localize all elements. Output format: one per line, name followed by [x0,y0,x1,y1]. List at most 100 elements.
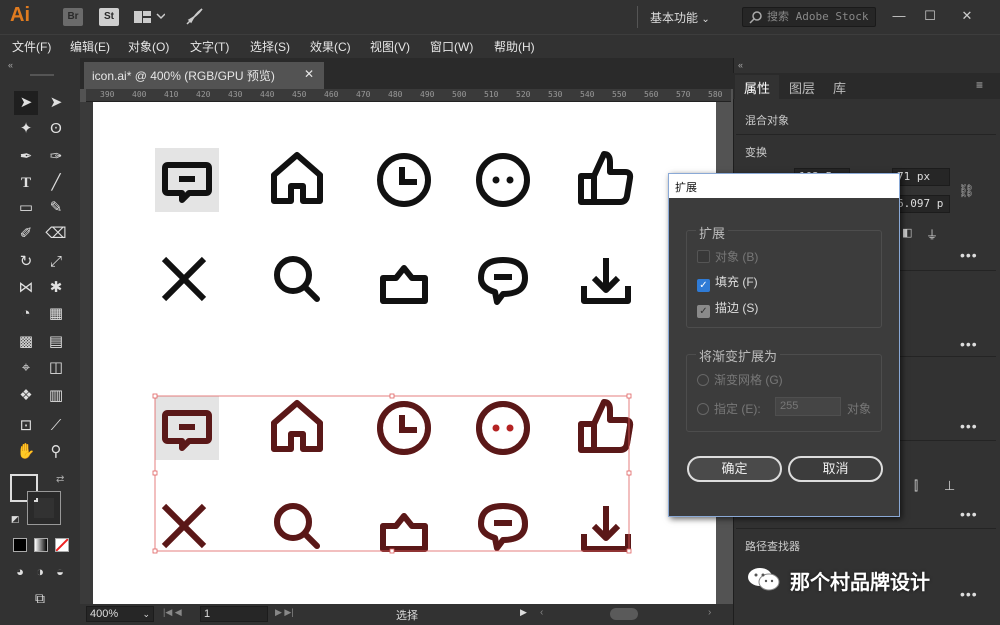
horizontal-scrollbar-thumb[interactable] [610,608,638,620]
face-icon[interactable] [479,156,527,204]
height-field[interactable]: 6.097 p [892,195,950,213]
column-graph-tool-icon[interactable]: ▥ [44,384,68,408]
rotate-tool-icon[interactable]: ↻ [14,250,38,274]
zoom-tool-icon[interactable]: ⚲ [44,440,68,464]
arrange-documents-icon[interactable] [133,10,166,27]
more-options-icon[interactable]: ••• [960,418,978,434]
scale-tool-icon[interactable]: ⤢ [44,250,68,274]
cancel-button[interactable]: 取消 [788,456,883,482]
screen-mode-icon[interactable]: ⧉ [28,586,52,610]
specify-objects-input[interactable]: 255 [775,397,841,416]
stock-button[interactable]: St [99,8,119,26]
ok-button[interactable]: 确定 [687,456,782,482]
stroke-swatch[interactable] [27,491,61,525]
align-center-icon[interactable]: ⫿ [914,478,918,494]
align-bottom-icon[interactable]: ⊥ [944,478,955,494]
symbol-sprayer-tool-icon[interactable]: ❖ [14,384,38,408]
gradient-mode-icon[interactable] [34,538,48,552]
width-tool-icon[interactable]: ⋈ [14,276,38,300]
status-menu-icon[interactable]: ▶ [520,607,527,618]
close-window-button[interactable]: ✕ [956,6,978,26]
menu-effect[interactable]: 效果(C) [310,38,351,55]
tab-libraries[interactable]: 库 [833,78,846,97]
none-mode-icon[interactable] [55,538,69,552]
more-options-icon[interactable]: ••• [960,586,978,602]
first-artboard-icon[interactable]: |◀ ◀ [163,607,182,618]
minimize-button[interactable]: — [888,6,910,26]
flip-horizontal-icon[interactable]: ◧ [902,226,912,239]
tab-properties[interactable]: 属性 [744,78,770,97]
next-artboard-icon[interactable]: ▶ ▶| [275,607,294,618]
shape-builder-tool-icon[interactable]: ◔ [14,302,38,326]
clock-icon[interactable] [380,156,428,204]
curvature-tool-icon[interactable]: ✑ [44,145,68,169]
slice-tool-icon[interactable]: ⟋ [44,414,68,438]
line-tool-icon[interactable]: ╱ [44,171,68,195]
draw-inside-icon[interactable]: ◒ [48,560,72,584]
direct-selection-tool-icon[interactable]: ➤ [44,91,68,115]
workspace-switcher[interactable]: 基本功能 ⌄ [650,9,710,26]
home-icon[interactable] [274,155,320,201]
rectangle-tool-icon[interactable]: ▭ [14,196,38,220]
search-icon[interactable] [277,259,317,299]
bag-icon[interactable] [383,268,425,301]
more-options-icon[interactable]: ••• [960,336,978,352]
constrain-proportions-icon[interactable]: ⛓ [958,183,975,199]
gpu-performance-rocket-icon[interactable] [184,7,204,30]
width-field[interactable]: 71 px [892,168,950,186]
artboard-tool-icon[interactable]: ⊡ [14,414,38,438]
message-icon[interactable] [481,260,525,302]
eyedropper-tool-icon[interactable]: ⌖ [14,356,38,380]
menu-file[interactable]: 文件(F) [12,38,51,55]
hand-tool-icon[interactable]: ✋ [14,440,38,464]
artboard[interactable] [93,102,716,604]
menu-select[interactable]: 选择(S) [250,38,290,55]
stroke-checkbox[interactable]: ✓ 描边 (S) [697,299,758,318]
scroll-left-icon[interactable]: ‹ [540,607,543,618]
maximize-button[interactable]: ☐ [919,6,941,26]
menu-view[interactable]: 视图(V) [370,38,410,55]
panel-menu-icon[interactable]: ≡ [976,78,983,92]
pen-tool-icon[interactable]: ✒ [14,145,38,169]
close-tab-icon[interactable]: ✕ [304,67,314,81]
mesh-tool-icon[interactable]: ▩ [14,330,38,354]
blend-tool-icon[interactable]: ◫ [44,356,68,380]
scroll-right-icon[interactable]: › [708,607,711,618]
perspective-grid-tool-icon[interactable]: ▦ [44,302,68,326]
puppet-warp-tool-icon[interactable]: ✱ [44,276,68,300]
more-options-icon[interactable]: ••• [960,506,978,522]
color-mode-icon[interactable] [13,538,27,552]
selection-tool-icon[interactable]: ➤ [14,91,38,115]
type-tool-icon[interactable]: T [14,171,38,195]
download-icon[interactable] [584,258,628,301]
gradient-mesh-radio[interactable]: 渐变网格 (G) [697,371,783,388]
swap-fill-stroke-icon[interactable]: ⇄ [56,474,64,485]
zoom-select[interactable]: 400% ⌄ [86,606,154,622]
default-fill-stroke-icon[interactable]: ◩ [11,514,20,525]
menu-help[interactable]: 帮助(H) [494,38,535,55]
fill-checkbox[interactable]: ✓ 填充 (F) [697,273,758,292]
object-checkbox[interactable]: 对象 (B) [697,248,758,265]
menu-type[interactable]: 文字(T) [190,38,229,55]
collapse-panel-icon[interactable]: « [738,60,743,70]
menu-edit[interactable]: 编辑(E) [70,38,110,55]
gradient-tool-icon[interactable]: ▤ [44,330,68,354]
flip-vertical-icon[interactable]: ⏚ [926,226,938,243]
paintbrush-tool-icon[interactable]: ✎ [44,196,68,220]
menu-window[interactable]: 窗口(W) [430,38,473,55]
bridge-button[interactable]: Br [63,8,83,26]
artboard-number-select[interactable]: 1 [200,606,268,622]
more-options-icon[interactable]: ••• [960,247,978,263]
collapse-panel-icon[interactable]: « [8,60,13,70]
magic-wand-tool-icon[interactable]: ✦ [14,117,38,141]
thumbs-up-icon[interactable] [581,154,630,202]
lasso-tool-icon[interactable]: ʘ [44,117,68,141]
shaper-tool-icon[interactable]: ✐ [14,222,38,246]
bag-icon[interactable] [383,516,425,549]
specify-radio[interactable]: 指定 (E): [697,400,761,417]
menu-object[interactable]: 对象(O) [128,38,169,55]
document-tab[interactable]: icon.ai* @ 400% (RGB/GPU 预览) ✕ [84,62,324,89]
tab-layers[interactable]: 图层 [789,78,815,97]
eraser-tool-icon[interactable]: ⌫ [44,222,68,246]
home-icon[interactable] [274,403,320,449]
